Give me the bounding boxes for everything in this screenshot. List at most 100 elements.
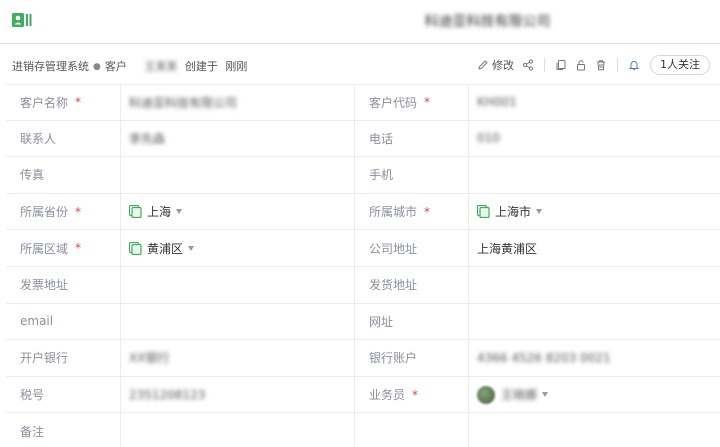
linked-record-icon bbox=[129, 241, 142, 255]
required-marker: * bbox=[412, 387, 419, 402]
form-row: 开户银行 XX银行 银行账户 4366 4526 8203 0021 bbox=[6, 340, 720, 377]
lock-button[interactable] bbox=[575, 59, 587, 71]
bell-icon bbox=[628, 61, 640, 71]
field-value-text: KH001 bbox=[477, 95, 517, 110]
field-value-text: 王晓娜 bbox=[501, 388, 538, 403]
field-label bbox=[355, 413, 469, 447]
delete-button[interactable] bbox=[595, 59, 607, 71]
field-value-text: 4366 4526 8203 0021 bbox=[477, 350, 611, 365]
chevron-down-icon[interactable] bbox=[536, 209, 543, 215]
field-value-text: 李先森 bbox=[129, 131, 166, 146]
form-row: 备注 bbox=[6, 413, 720, 447]
field-label-text: 客户代码 bbox=[369, 95, 418, 110]
field-value[interactable] bbox=[469, 413, 720, 447]
field-label: 传真 bbox=[6, 157, 121, 193]
follow-button[interactable]: 1人关注 bbox=[650, 55, 710, 75]
field-value[interactable] bbox=[121, 303, 355, 340]
field-value[interactable]: 科迪亚科技有限公司 bbox=[121, 85, 355, 120]
field-label: 发票地址 bbox=[6, 266, 121, 303]
field-label-text: 税号 bbox=[20, 388, 45, 403]
field-label: 手机 bbox=[355, 157, 469, 193]
field-value[interactable]: 010 bbox=[469, 121, 720, 157]
required-marker: * bbox=[424, 95, 431, 110]
form-row: 所属区域 * 黄浦区 公司地址 上海黄浦区 bbox=[6, 230, 720, 267]
form-row: 发票地址 发货地址 bbox=[6, 266, 720, 304]
field-value-text: 上海市 bbox=[495, 205, 532, 220]
field-value[interactable]: 上海 bbox=[121, 193, 355, 230]
field-value[interactable]: 李先森 bbox=[121, 120, 355, 157]
field-value[interactable]: 黄浦区 bbox=[121, 230, 355, 266]
field-value[interactable] bbox=[121, 157, 355, 193]
edit-button[interactable]: 修改 bbox=[477, 57, 514, 73]
created-label: 创建于 bbox=[184, 60, 218, 73]
field-value[interactable]: 上海黄浦区 bbox=[469, 230, 720, 266]
field-value[interactable]: XX银行 bbox=[121, 340, 355, 376]
form-row: email 网址 bbox=[6, 303, 720, 341]
form-row: 传真 手机 bbox=[6, 157, 720, 194]
breadcrumb-module[interactable]: 客户 bbox=[105, 58, 127, 74]
chevron-down-icon[interactable] bbox=[542, 392, 549, 398]
field-value[interactable] bbox=[469, 304, 720, 340]
linked-record-icon bbox=[129, 205, 142, 219]
breadcrumb-system[interactable]: 进销存管理系统 bbox=[12, 58, 89, 74]
field-value[interactable]: 王晓娜 bbox=[469, 377, 720, 413]
field-label: 税号 bbox=[6, 376, 121, 413]
created-time: 刚刚 bbox=[225, 60, 248, 73]
field-value[interactable]: 4366 4526 8203 0021 bbox=[469, 340, 720, 376]
field-label-text: 手机 bbox=[369, 168, 394, 183]
creator-name: 王某某 bbox=[144, 60, 178, 73]
required-marker: * bbox=[75, 95, 82, 110]
field-value-text: XX银行 bbox=[129, 351, 170, 366]
record-actions: 修改 1人关注 bbox=[469, 54, 710, 76]
field-label-text: 所属城市 bbox=[369, 205, 418, 220]
field-label-text: 公司地址 bbox=[369, 241, 418, 256]
field-label-text: email bbox=[20, 314, 54, 329]
page-title: 科迪亚科技有限公司 bbox=[424, 14, 551, 30]
field-label: 公司地址 bbox=[355, 230, 469, 266]
field-label-text: 电话 bbox=[369, 131, 394, 146]
field-value-text: 上海黄浦区 bbox=[477, 241, 538, 256]
field-label: 银行账户 bbox=[355, 340, 469, 376]
field-value[interactable] bbox=[469, 267, 720, 303]
record-toolbar: 进销存管理系统 ● 客户 王某某 创建于 刚刚 修改 1人关注 bbox=[0, 45, 720, 85]
field-label: 备注 bbox=[6, 413, 121, 447]
field-value-text: 2351208123 bbox=[129, 387, 206, 402]
field-value[interactable] bbox=[469, 157, 720, 193]
field-label: 所属城市 * bbox=[355, 193, 469, 230]
copy-button[interactable] bbox=[555, 59, 567, 71]
form-row: 客户名称 * 科迪亚科技有限公司 客户代码 * KH001 bbox=[6, 84, 720, 121]
field-value-text: 黄浦区 bbox=[147, 241, 184, 256]
notify-button[interactable] bbox=[628, 59, 640, 71]
field-value[interactable]: KH001 bbox=[469, 85, 720, 120]
copy-icon bbox=[556, 60, 566, 70]
field-label-text: 所属区域 bbox=[20, 241, 69, 256]
field-label-text: 发票地址 bbox=[20, 278, 69, 293]
field-label: 开户银行 bbox=[6, 340, 121, 376]
field-label: 客户代码 * bbox=[355, 85, 469, 120]
field-value[interactable]: 2351208123 bbox=[121, 376, 355, 413]
field-label-text: 联系人 bbox=[20, 131, 57, 146]
field-label-text: 所属省份 bbox=[20, 205, 69, 220]
field-value[interactable] bbox=[121, 413, 355, 447]
toolbar-divider bbox=[617, 58, 618, 72]
field-value[interactable]: 上海市 bbox=[469, 194, 720, 230]
chevron-down-icon[interactable] bbox=[176, 209, 183, 215]
field-label: 业务员 * bbox=[355, 376, 469, 413]
field-value[interactable] bbox=[121, 266, 355, 303]
form-row: 税号 2351208123 业务员 * 王晓娜 bbox=[6, 376, 720, 414]
field-label-text: 客户名称 bbox=[20, 95, 69, 110]
trash-icon bbox=[597, 60, 605, 71]
customer-form: 客户名称 * 科迪亚科技有限公司 客户代码 * KH001 联系人 李先森 电话 010 传真 手机所… bbox=[6, 84, 720, 447]
edit-label: 修改 bbox=[492, 59, 514, 72]
share-button[interactable] bbox=[522, 59, 534, 71]
field-label-text: 发货地址 bbox=[369, 278, 418, 293]
field-value-text: 上海 bbox=[147, 205, 172, 220]
chevron-down-icon[interactable] bbox=[188, 245, 195, 251]
field-label-text: 传真 bbox=[20, 168, 45, 183]
lock-icon bbox=[577, 60, 585, 71]
toolbar-divider bbox=[544, 58, 545, 72]
share-icon bbox=[522, 59, 534, 71]
field-label: 网址 bbox=[355, 303, 469, 340]
field-label-text: 银行账户 bbox=[369, 351, 418, 366]
top-bar: 科迪亚科技有限公司 bbox=[0, 0, 720, 44]
